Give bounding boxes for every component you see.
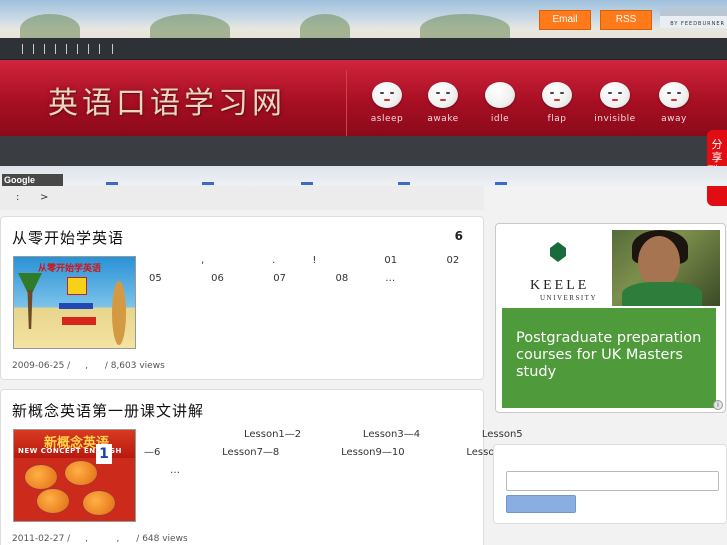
nav-separator	[55, 44, 56, 54]
awake-face-icon	[428, 82, 458, 108]
status-label: idle	[490, 114, 510, 124]
post-excerpt: Lesson1—2 Lesson3—4 Lesson5 —6 Lesson7—8…	[144, 426, 537, 480]
google-bar-link[interactable]	[202, 182, 214, 185]
post-thumbnail[interactable]: 从零开始学英语	[13, 256, 136, 349]
breadcrumb: : >	[0, 186, 484, 210]
nav-separator	[112, 44, 113, 54]
status-icons: asleep awake idle flap invisible away	[346, 70, 727, 136]
status-label: flap	[547, 114, 567, 124]
ad-brand-sub: UNIVERSITY	[540, 294, 597, 302]
status-label: asleep	[370, 114, 404, 124]
excerpt-line: , . ! 01 02 03 04	[201, 255, 584, 266]
post-card: 新概念英语第一册课文讲解 新概念英语 NEW CONCEPT ENGLISH 1…	[0, 389, 537, 545]
status-idle[interactable]: idle	[470, 82, 530, 124]
ad-brand: KEELE	[530, 278, 590, 293]
nav-separator	[22, 44, 23, 54]
idle-face-icon	[485, 82, 515, 108]
feedburner-badge[interactable]: BY FEEDBURNER	[660, 8, 727, 28]
breadcrumb-colon: :	[16, 192, 20, 203]
post-tags[interactable]: , ,	[85, 534, 119, 544]
post-title[interactable]: 从零开始学英语	[12, 227, 124, 248]
thumbnail-title: 从零开始学英语	[38, 264, 102, 274]
google-bar-link[interactable]	[106, 182, 118, 185]
post-card: 从零开始学英语 6 从零开始学英语 , . ! 01 02 03 04 05 0…	[0, 216, 584, 380]
google-bar-link[interactable]	[301, 182, 313, 185]
search-widget	[493, 444, 727, 524]
nav-separator	[44, 44, 45, 54]
status-label: awake	[427, 114, 459, 124]
ad-info-icon[interactable]: i	[713, 400, 723, 410]
away-face-icon	[659, 82, 689, 108]
asleep-face-icon	[372, 82, 402, 108]
menu-band	[0, 136, 727, 166]
email-subscribe-button[interactable]: Email	[539, 10, 591, 30]
top-nav	[0, 38, 727, 60]
thumbnail-volume: 1	[96, 444, 112, 464]
post-title[interactable]: 新概念英语第一册课文讲解	[12, 400, 204, 421]
search-input[interactable]	[506, 471, 719, 491]
feedburner-text: BY FEEDBURNER	[670, 21, 725, 27]
status-awake[interactable]: awake	[413, 82, 473, 124]
comment-count[interactable]: 6	[455, 229, 463, 243]
ad-text: Postgraduate preparation courses for UK …	[502, 308, 716, 408]
post-meta: 2009-06-25 / , / 8,603 views	[12, 361, 165, 371]
status-invisible[interactable]: invisible	[585, 82, 645, 124]
ad-photo	[612, 230, 720, 306]
rss-subscribe-button[interactable]: RSS	[600, 10, 652, 30]
search-button[interactable]	[506, 495, 576, 513]
google-bar-link[interactable]	[398, 182, 410, 185]
post-tags[interactable]: ,	[85, 361, 88, 371]
status-asleep[interactable]: asleep	[357, 82, 417, 124]
status-flap[interactable]: flap	[527, 82, 587, 124]
breadcrumb-arrow: >	[40, 192, 49, 203]
invisible-face-icon	[600, 82, 630, 108]
google-bar-link[interactable]	[495, 182, 507, 185]
google-label: Google	[2, 174, 63, 186]
post-views: / 648 views	[136, 534, 188, 544]
post-views: / 8,603 views	[104, 361, 165, 371]
excerpt-line: 05 06 07 08 …	[149, 273, 396, 284]
post-thumbnail[interactable]: 新概念英语 NEW CONCEPT ENGLISH 1	[13, 429, 136, 522]
post-date: 2009-06-25 /	[12, 361, 71, 371]
site-title[interactable]: 英语口语学习网	[48, 78, 286, 122]
post-meta: 2011-02-27 / , , / 648 views	[12, 534, 188, 544]
post-date: 2011-02-27 /	[12, 534, 71, 544]
nav-separator	[77, 44, 78, 54]
nav-separator	[66, 44, 67, 54]
nav-separator	[33, 44, 34, 54]
nav-separator	[99, 44, 100, 54]
post-excerpt: , . ! 01 02 03 04 05 06 07 08 …	[149, 252, 584, 288]
flap-face-icon	[542, 82, 572, 108]
status-label: away	[661, 114, 687, 124]
status-label: invisible	[594, 114, 636, 124]
excerpt-line: —6 Lesson7—8 Lesson9—10 Lesson11—12	[144, 447, 537, 458]
keele-logo-icon	[550, 242, 566, 262]
sidebar-ad[interactable]: KEELE UNIVERSITY Postgraduate preparatio…	[495, 223, 726, 413]
status-away[interactable]: away	[644, 82, 704, 124]
excerpt-line: Lesson1—2 Lesson3—4 Lesson5	[244, 429, 523, 440]
nav-separator	[88, 44, 89, 54]
excerpt-line: …	[170, 465, 180, 476]
